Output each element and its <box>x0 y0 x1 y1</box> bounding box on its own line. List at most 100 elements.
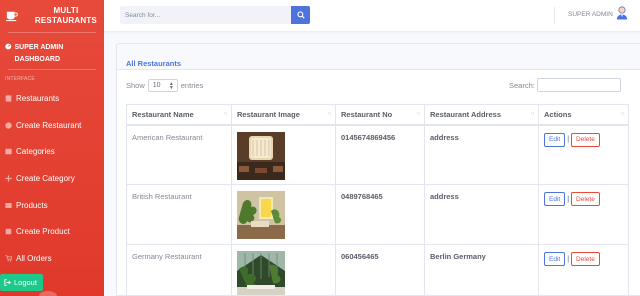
entries-value: 10 <box>152 82 161 89</box>
sidebar-item-label: Categories <box>16 147 55 157</box>
sidebar-item-create-restaurant[interactable]: Create Restaurant <box>0 112 104 139</box>
restaurants-table: Restaurant Name ↑↓ Restaurant Image ↑↓ Res… <box>126 104 629 295</box>
restaurant-image-cell <box>231 124 336 185</box>
sidebar-item-all-orders[interactable]: All Orders <box>0 245 104 272</box>
sort-icon: ↑↓ <box>223 111 228 117</box>
sidebar-item-label: Create Restaurant <box>16 120 82 130</box>
sidebar-item-label: All Orders <box>16 253 52 263</box>
sidebar: MULTI RESTAURANTS SUPER ADMIN DASHBOARD … <box>0 0 104 296</box>
sort-icon: ↑↓ <box>416 111 421 117</box>
sidebar-item-dashboard[interactable]: SUPER ADMIN DASHBOARD <box>0 33 104 69</box>
square-icon <box>5 228 12 235</box>
restaurant-image <box>237 191 285 239</box>
table-header-row: Restaurant Name ↑↓ Restaurant Image ↑↓ Res… <box>126 104 629 126</box>
table-search-label: Search: <box>509 81 535 90</box>
brand-name: MULTI RESTAURANTS <box>34 6 97 25</box>
grid-icon <box>5 148 12 155</box>
restaurant-name: Germany Restaurant <box>126 244 232 295</box>
restaurant-address: address <box>424 184 539 245</box>
restaurant-address: Berlin Germany <box>424 244 539 295</box>
sidebar-toggle-button[interactable] <box>39 291 57 296</box>
entries-label: entries <box>180 81 204 90</box>
column-header[interactable]: Restaurant Address ↑↓ <box>424 104 539 126</box>
cart-icon <box>5 255 12 262</box>
sidebar-item-categories[interactable]: Categories <box>0 138 104 165</box>
actions-cell: Edit | Delete <box>538 124 629 185</box>
list-icon <box>5 95 12 102</box>
column-header-label: Restaurant Image <box>237 110 300 119</box>
table-search-input[interactable] <box>537 78 621 92</box>
sidebar-item-label: Create Category <box>16 173 75 183</box>
user-avatar-icon[interactable] <box>616 6 628 20</box>
sidebar-item-restaurants[interactable]: Restaurants <box>0 85 104 112</box>
logout-button[interactable]: Logout <box>0 274 43 291</box>
edit-button[interactable]: Edit <box>544 192 566 206</box>
column-header-label: Restaurant No <box>341 110 393 119</box>
sidebar-item-label: Create Product <box>16 227 70 237</box>
box-icon <box>5 202 12 208</box>
table-row: British Restaurant 0489768465 address Ed… <box>126 184 629 245</box>
restaurant-name: American Restaurant <box>126 124 232 185</box>
table-row: American Restaurant 0145674869456 addres <box>126 124 629 185</box>
entries-length: Show 10 ▲ ▼ entries <box>126 79 203 92</box>
card-header: All Restaurants <box>117 44 640 70</box>
action-separator: | <box>567 255 570 263</box>
column-header-label: Restaurant Name <box>132 110 194 119</box>
gauge-icon <box>5 43 12 50</box>
action-separator: | <box>567 195 570 203</box>
restaurant-address: address <box>424 124 539 185</box>
delete-button[interactable]: Delete <box>571 192 600 206</box>
restaurants-card: All Restaurants Show 10 ▲ ▼ entries Searc… <box>116 43 640 296</box>
sidebar-item-products[interactable]: Products <box>0 192 104 219</box>
column-header-label: Actions <box>544 110 572 119</box>
dashboard-label: SUPER ADMIN DASHBOARD <box>14 44 64 63</box>
show-label: Show <box>126 81 145 90</box>
delete-button[interactable]: Delete <box>571 252 600 266</box>
actions-cell: Edit | Delete <box>538 244 629 295</box>
action-separator: | <box>567 136 570 143</box>
restaurant-name: British Restaurant <box>126 184 232 245</box>
sidebar-brand[interactable]: MULTI RESTAURANTS <box>0 0 104 32</box>
edit-button[interactable]: Edit <box>544 132 566 147</box>
restaurant-image <box>237 131 285 180</box>
column-header[interactable]: Restaurant Name ↑↓ <box>126 104 232 126</box>
actions-cell: Edit | Delete <box>538 184 629 245</box>
sort-icon: ↑↓ <box>620 111 625 117</box>
restaurant-image <box>237 251 285 295</box>
topbar: SUPER ADMIN <box>104 0 640 31</box>
column-header[interactable]: Restaurant No ↑↓ <box>335 104 425 126</box>
edit-button[interactable]: Edit <box>544 252 566 266</box>
sort-icon: ↑↓ <box>530 111 535 117</box>
plus-circle-icon <box>5 121 12 129</box>
column-header[interactable]: Restaurant Image ↑↓ <box>231 104 336 126</box>
entries-select[interactable]: 10 ▲ ▼ <box>147 79 178 92</box>
sidebar-heading: INTERFACE <box>5 76 35 82</box>
topbar-search <box>120 6 310 24</box>
restaurant-image-cell <box>231 244 336 295</box>
restaurant-number: 060456465 <box>335 244 425 295</box>
table-controls: Show 10 ▲ ▼ entries Search: <box>117 70 640 98</box>
sidebar-item-create-product[interactable]: Create Product <box>0 218 104 245</box>
logout-label: Logout <box>14 278 37 287</box>
select-caret-icon: ▲ ▼ <box>168 81 174 91</box>
column-header-label: Restaurant Address <box>430 110 501 119</box>
table-row: Germany Restaurant 060456465 Berlin Germ… <box>126 244 629 295</box>
sign-out-icon <box>4 279 11 286</box>
topbar-divider <box>554 7 555 24</box>
sort-icon: ↑↓ <box>327 111 332 117</box>
sidebar-item-label: Restaurants <box>16 93 60 103</box>
search-icon <box>296 11 305 19</box>
sidebar-item-create-category[interactable]: Create Category <box>0 165 104 192</box>
user-name[interactable]: SUPER ADMIN <box>568 11 613 18</box>
coffee-cup-icon <box>6 11 18 22</box>
delete-button[interactable]: Delete <box>571 132 600 147</box>
sidebar-item-label: Products <box>16 200 48 210</box>
search-button[interactable] <box>291 6 310 24</box>
column-header[interactable]: Actions ↑↓ <box>538 104 629 126</box>
search-input[interactable] <box>120 6 292 24</box>
restaurant-number: 0145674869456 <box>335 124 425 185</box>
card-title: All Restaurants <box>126 59 182 68</box>
restaurant-number: 0489768465 <box>335 184 425 245</box>
plus-icon <box>5 175 12 182</box>
restaurant-image-cell <box>231 184 336 245</box>
